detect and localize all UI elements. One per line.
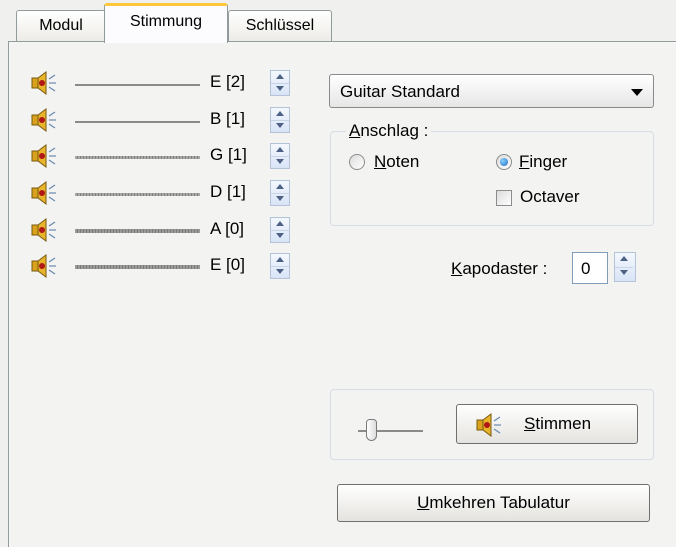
string-line <box>75 156 200 159</box>
stepper-down-icon[interactable] <box>271 266 289 278</box>
string-row: A [0] <box>30 217 330 247</box>
stepper-down-icon[interactable] <box>271 120 289 132</box>
radio-noten-label[interactable]: Noten <box>374 152 419 172</box>
string-row: D [1] <box>30 180 330 210</box>
string-label: E [2] <box>210 72 245 91</box>
string-row: E [2] <box>30 70 330 100</box>
tab-modul[interactable]: Modul <box>16 10 106 42</box>
string-row: B [1] <box>30 107 330 137</box>
string-label: A [0] <box>210 219 245 238</box>
speaker-icon[interactable] <box>30 253 60 279</box>
string-stepper[interactable] <box>270 70 290 96</box>
stepper-down-icon[interactable] <box>615 267 633 279</box>
string-stepper[interactable] <box>270 217 290 243</box>
volume-slider-handle[interactable] <box>366 419 377 441</box>
string-line <box>75 121 200 123</box>
speaker-icon[interactable] <box>30 107 60 133</box>
stepper-up-icon[interactable] <box>615 253 633 268</box>
chevron-down-icon <box>631 89 643 96</box>
string-label: G [1] <box>210 145 247 164</box>
umkehren-tabulatur-button[interactable]: Umkehren Tabulatur <box>337 484 650 522</box>
speaker-icon[interactable] <box>30 180 60 206</box>
speaker-icon[interactable] <box>30 70 60 96</box>
tuning-dropdown[interactable]: Guitar Standard <box>329 74 654 108</box>
string-row: G [1] <box>30 143 330 173</box>
string-row: E [0] <box>30 253 330 283</box>
tuning-dropdown-value: Guitar Standard <box>340 82 461 101</box>
string-line <box>75 84 200 86</box>
anschlag-group <box>330 131 654 226</box>
octaver-label[interactable]: Octaver <box>520 187 580 207</box>
stepper-down-icon[interactable] <box>271 83 289 95</box>
kapodaster-input[interactable]: 0 <box>572 252 608 284</box>
anschlag-group-title: Anschlag : <box>346 121 432 141</box>
string-label: E [0] <box>210 255 245 274</box>
stimmen-button-label: Stimmen <box>524 414 592 433</box>
speaker-icon <box>476 413 501 437</box>
octaver-checkbox[interactable] <box>496 190 512 206</box>
string-stepper[interactable] <box>270 253 290 279</box>
string-label: B [1] <box>210 109 245 128</box>
tab-bar: Modul Stimmung Schlüssel <box>8 0 668 43</box>
speaker-icon[interactable] <box>30 217 60 243</box>
radio-finger-label[interactable]: Finger <box>519 152 567 172</box>
radio-noten[interactable] <box>349 154 365 170</box>
stepper-down-icon[interactable] <box>271 156 289 168</box>
string-line <box>75 265 200 269</box>
string-line <box>75 229 200 233</box>
tab-stimmung[interactable]: Stimmung <box>104 3 228 43</box>
stimmen-button[interactable]: Stimmen <box>456 404 638 444</box>
string-label: D [1] <box>210 182 246 201</box>
stepper-down-icon[interactable] <box>271 230 289 242</box>
speaker-icon[interactable] <box>30 143 60 169</box>
string-stepper[interactable] <box>270 143 290 169</box>
umkehren-tabulatur-label: Umkehren Tabulatur <box>417 493 570 512</box>
string-stepper[interactable] <box>270 107 290 133</box>
radio-finger[interactable] <box>496 154 512 170</box>
kapodaster-label: Kapodaster : <box>451 259 548 278</box>
string-stepper[interactable] <box>270 180 290 206</box>
tab-schluessel[interactable]: Schlüssel <box>228 10 332 42</box>
kapodaster-stepper[interactable] <box>614 252 636 282</box>
stepper-down-icon[interactable] <box>271 193 289 205</box>
string-line <box>75 193 200 196</box>
